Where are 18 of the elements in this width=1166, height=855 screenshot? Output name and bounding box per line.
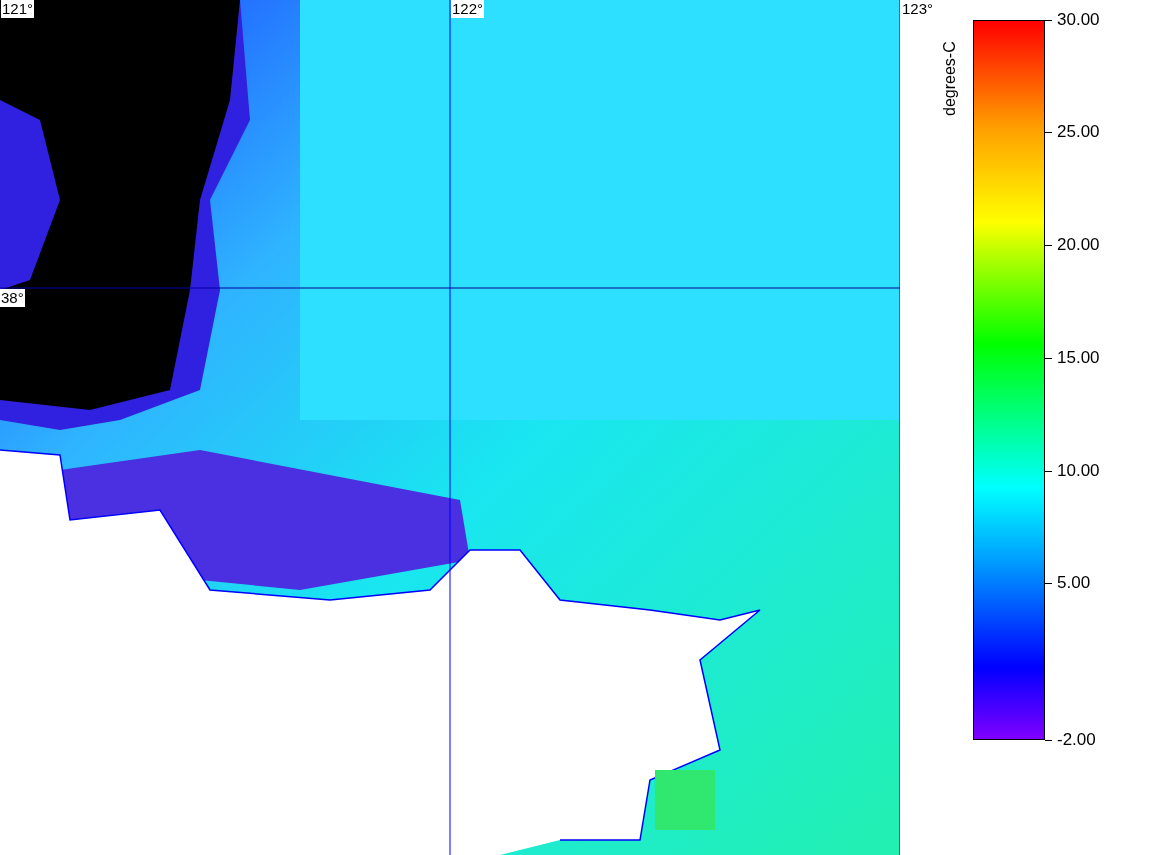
- tick-mark: [1045, 582, 1052, 584]
- tick-mark: [1045, 739, 1052, 741]
- tick-label: -2.00: [1057, 730, 1096, 750]
- tick-label: 30.00: [1057, 10, 1100, 30]
- tick-mark: [1045, 131, 1052, 133]
- longitude-label: 121°: [1, 0, 35, 18]
- tick-mark: [1045, 357, 1052, 359]
- colorbar-title: degrees-C: [940, 41, 959, 116]
- tick-mark: [1045, 244, 1052, 246]
- tick-label: 20.00: [1057, 235, 1100, 255]
- tick-label: 15.00: [1057, 348, 1100, 368]
- tick-label: 10.00: [1057, 461, 1100, 481]
- longitude-label: 122°: [451, 0, 485, 18]
- latitude-label: 38°: [0, 289, 25, 307]
- tick-label: 5.00: [1057, 573, 1091, 593]
- tick-label: 25.00: [1057, 122, 1100, 142]
- tick-mark: [1045, 470, 1052, 472]
- tick-mark: [1045, 19, 1052, 21]
